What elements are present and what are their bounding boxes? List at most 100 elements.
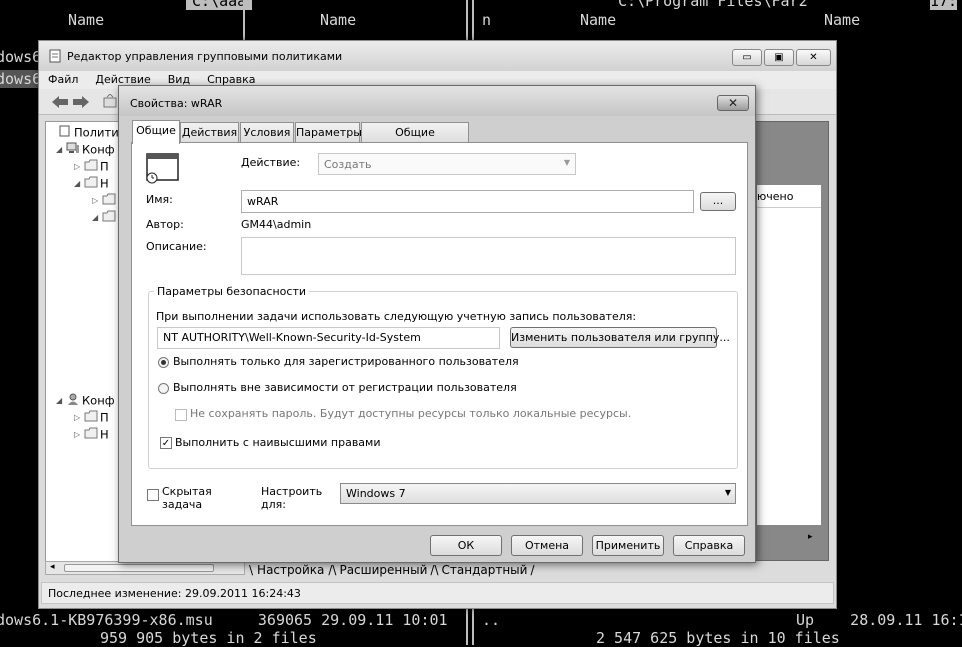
- collapse-icon[interactable]: ◢: [92, 213, 102, 222]
- account-field: NT AUTHORITY\Well-Known-Security-Id-Syst…: [157, 327, 500, 349]
- expand-icon[interactable]: ▷: [74, 430, 84, 439]
- collapse-icon[interactable]: ◢: [74, 179, 84, 188]
- tab-conditions[interactable]: Условия: [240, 122, 294, 142]
- minimize-button[interactable]: ▭: [732, 49, 762, 66]
- tab-actions[interactable]: Действия: [180, 122, 239, 142]
- highest-privileges-checkbox[interactable]: ✓: [160, 437, 172, 449]
- radio-logged-on-label[interactable]: Выполнять только для зарегистрированного…: [173, 355, 519, 368]
- browse-button[interactable]: ...: [700, 192, 736, 211]
- no-store-password-label: Не сохранять пароль. Будут доступны ресу…: [190, 407, 632, 420]
- tree-item[interactable]: ▷: [92, 193, 118, 209]
- far-right-summary: 2 547 625 bytes in 10 files: [596, 629, 840, 647]
- folder-icon: [102, 193, 118, 208]
- configure-for-value: Windows 7: [346, 487, 406, 500]
- expand-icon[interactable]: ▷: [74, 413, 84, 422]
- far-right-file-line-right[interactable]: Up 28.09.11 16:12: [796, 611, 962, 629]
- tree-item[interactable]: ▷ П: [74, 410, 109, 426]
- back-arrow-icon[interactable]: [51, 95, 69, 109]
- sheet-tab-settings[interactable]: Настройка: [253, 563, 328, 577]
- description-label: Описание:: [146, 240, 207, 253]
- action-label: Действие:: [241, 156, 301, 169]
- help-button[interactable]: Справка: [673, 535, 745, 556]
- configure-for-select[interactable]: Windows 7 ▼: [340, 483, 736, 504]
- radio-logged-on-or-not[interactable]: [158, 383, 169, 394]
- scroll-thumb[interactable]: [64, 564, 214, 572]
- hidden-task-label-1[interactable]: Скрытая: [162, 485, 212, 498]
- tree-hscroll[interactable]: ◂: [45, 561, 245, 575]
- tree-item[interactable]: ▷ П: [74, 159, 109, 175]
- tree-item[interactable]: ◢: [92, 210, 118, 226]
- folder-icon: [102, 210, 118, 225]
- tree-item[interactable]: ▷ Н: [74, 427, 109, 443]
- gpe-title: Редактор управления групповыми политикам…: [67, 50, 343, 63]
- scheduled-task-icon: [146, 153, 179, 184]
- forward-arrow-icon[interactable]: [72, 95, 90, 109]
- hidden-task-label-2[interactable]: задача: [162, 498, 202, 511]
- sheet-tab-standard[interactable]: Стандартный: [439, 563, 531, 577]
- tree-item[interactable]: ◢ Конф: [56, 393, 115, 409]
- expand-icon[interactable]: ▷: [92, 196, 102, 205]
- tab-general[interactable]: Общие: [132, 120, 180, 144]
- dialog-titlebar: Свойства: wRAR ✕: [119, 86, 755, 116]
- no-store-password-checkbox[interactable]: [175, 409, 187, 421]
- menu-view[interactable]: Вид: [159, 71, 198, 86]
- menu-action[interactable]: Действие: [86, 71, 158, 86]
- radio-logged-on-only[interactable]: [158, 357, 169, 368]
- action-select[interactable]: Создать ▼: [318, 153, 576, 175]
- properties-dialog: Свойства: wRAR ✕ Общие Действия Условия …: [118, 85, 756, 563]
- computer-icon: [66, 142, 82, 157]
- far-right-time: 17:: [930, 0, 958, 10]
- scroll-right-icon[interactable]: ▸: [808, 532, 813, 542]
- change-user-button[interactable]: Изменить пользователя или группу...: [510, 327, 730, 348]
- policy-icon: [49, 49, 61, 63]
- tree-item[interactable]: ◢ Н: [74, 176, 109, 192]
- menu-file[interactable]: Файл: [39, 71, 86, 86]
- far-left-row[interactable]: dows6: [0, 48, 41, 66]
- gpe-titlebar: Редактор управления групповыми политикам…: [39, 41, 836, 71]
- security-group: Параметры безопасности При выполнении за…: [148, 285, 738, 469]
- hidden-task-checkbox[interactable]: [147, 489, 159, 501]
- collapse-icon[interactable]: ◢: [56, 145, 66, 154]
- tree-item[interactable]: ◢ Конф: [56, 142, 115, 158]
- tree-item-label: П: [100, 159, 109, 174]
- description-field[interactable]: [241, 237, 736, 275]
- tree-item[interactable]: Политик: [48, 125, 119, 141]
- tree-item-label: Конф: [82, 142, 115, 157]
- name-field[interactable]: wRAR: [241, 190, 694, 213]
- configure-for-label-2: для:: [261, 498, 286, 511]
- tab-parameters[interactable]: Параметры: [295, 122, 362, 142]
- far-left-summary: 959 905 bytes in 2 files: [100, 629, 317, 647]
- far-right-file-line-left[interactable]: ..: [482, 611, 500, 629]
- menu-help[interactable]: Справка: [198, 71, 263, 86]
- author-label: Автор:: [146, 218, 184, 231]
- highest-privileges-label[interactable]: Выполнить с наивысшими правами: [175, 436, 381, 449]
- far-left-file-line[interactable]: dows6.1-KB976399-x86.msu 369065 29.09.11…: [0, 611, 448, 629]
- close-button[interactable]: ✕: [796, 49, 831, 66]
- apply-button[interactable]: Применить: [592, 535, 664, 556]
- general-tab-page: Действие: Создать ▼ Имя: wRAR ... Автор:…: [131, 142, 748, 526]
- author-value: GM44\admin: [241, 218, 312, 231]
- scroll-left-icon[interactable]: ◂: [50, 562, 55, 572]
- user-icon: [66, 393, 82, 408]
- maximize-button[interactable]: ▣: [764, 49, 794, 66]
- sheet-tab-extended[interactable]: Расширенный: [336, 563, 430, 577]
- folder-icon: [84, 176, 100, 191]
- folder-icon: [84, 427, 100, 442]
- chevron-down-icon: ▼: [724, 488, 731, 497]
- folder-icon: [84, 159, 100, 174]
- ok-button[interactable]: ОК: [430, 535, 502, 556]
- name-label: Имя:: [146, 193, 173, 206]
- dialog-close-button[interactable]: ✕: [717, 95, 749, 111]
- cancel-button[interactable]: Отмена: [511, 535, 583, 556]
- far-left-col-name-2: Name: [320, 11, 357, 29]
- radio-any-label[interactable]: Выполнять вне зависимости от регистрации…: [173, 381, 517, 394]
- collapse-icon[interactable]: ◢: [56, 396, 66, 405]
- tree-item-label: Конф: [82, 393, 115, 408]
- far-right-col-n: n: [482, 11, 492, 29]
- action-select-value: Создать: [324, 158, 372, 171]
- chevron-down-icon: ▼: [563, 158, 570, 167]
- far-left-row[interactable]: dows6: [0, 70, 42, 88]
- expand-icon[interactable]: ▷: [74, 162, 84, 171]
- up-folder-icon[interactable]: [103, 94, 117, 108]
- tab-common-parameters[interactable]: Общие параметры: [361, 122, 469, 158]
